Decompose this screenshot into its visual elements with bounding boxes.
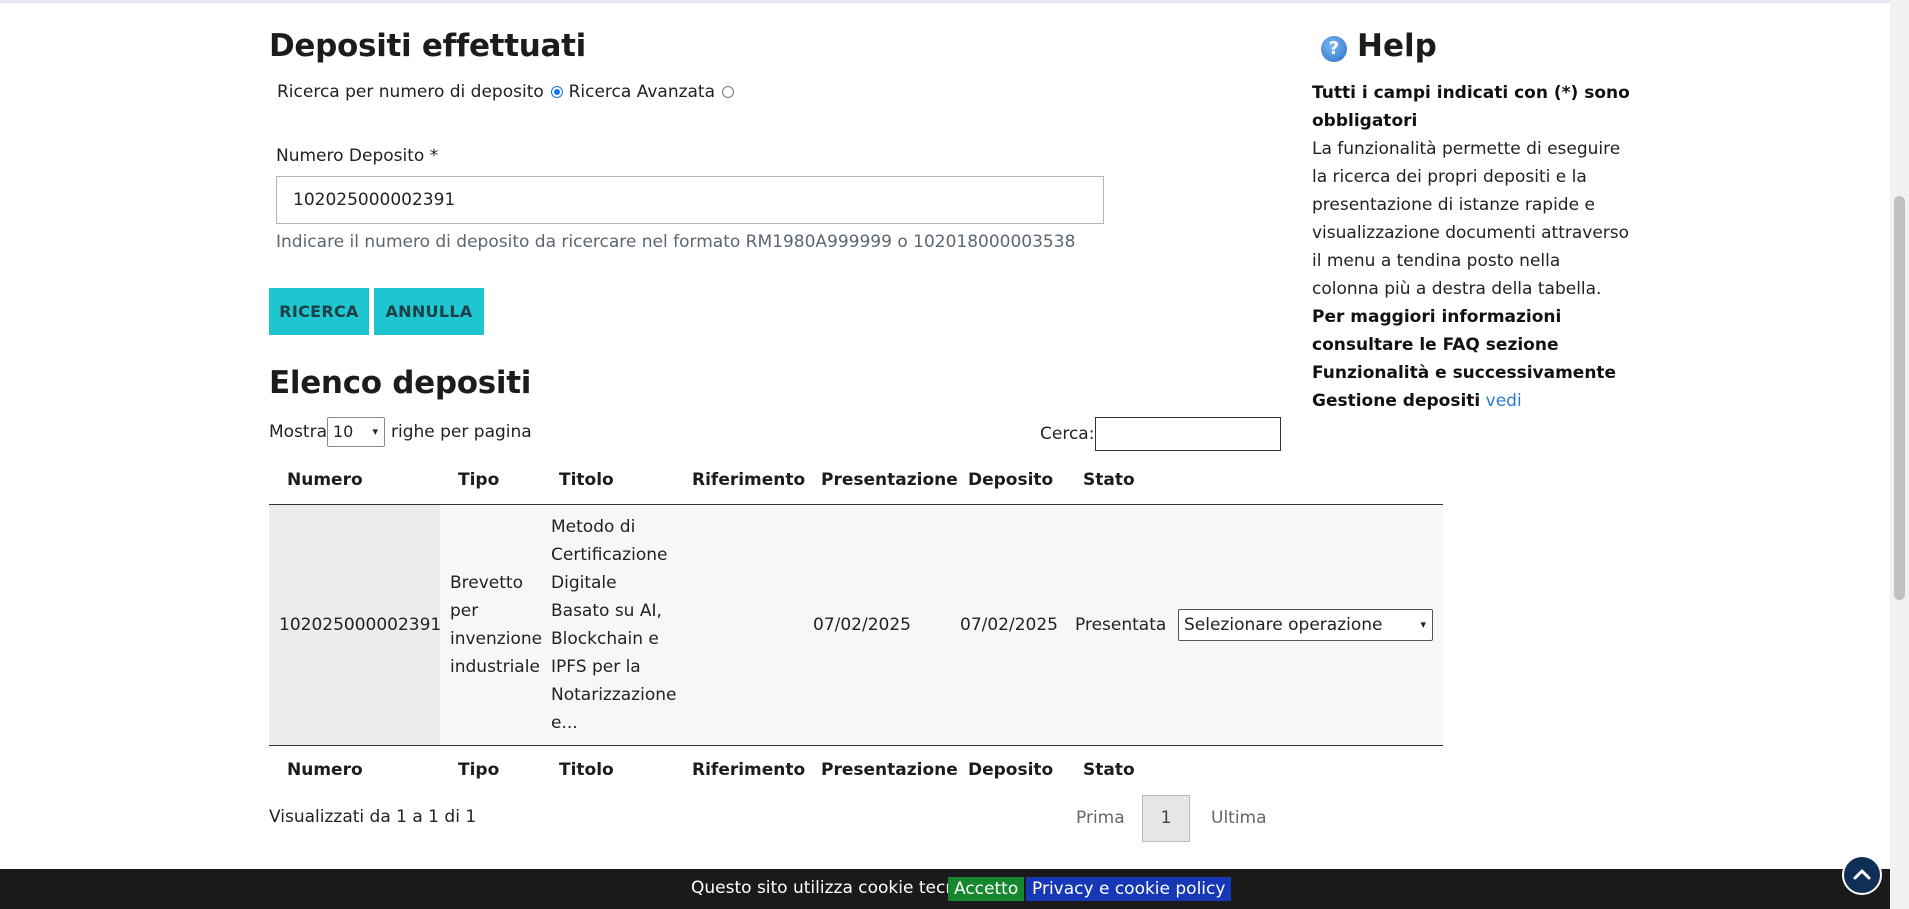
cell-numero: 102025000002391 <box>279 615 442 635</box>
cookie-text: Questo sito utilizza cookie tecnici <box>691 878 975 898</box>
th-titolo[interactable]: Titolo <box>559 470 614 490</box>
cell-titolo-line: Basato su AI, <box>551 601 662 621</box>
cell-tipo-line: invenzione <box>450 629 543 649</box>
cell-titolo: Metodo di Certificazione Digitale Basato… <box>551 513 676 737</box>
tf-numero: Numero <box>287 760 363 780</box>
radio-numero-label: Ricerca per numero di deposito <box>277 82 544 102</box>
help-more-info: Per maggiori informazioni consultare le … <box>1312 307 1617 411</box>
radio-ricerca-avanzata[interactable] <box>722 86 735 98</box>
cell-presentazione: 07/02/2025 <box>813 615 911 635</box>
pagination-info: Visualizzati da 1 a 1 di 1 <box>269 807 477 827</box>
list-title: Elenco depositi <box>269 365 532 401</box>
tf-riferimento: Riferimento <box>692 760 806 780</box>
numero-deposito-label: Numero Deposito * <box>276 146 439 166</box>
righe-label: righe per pagina <box>391 422 532 442</box>
numero-deposito-hint: Indicare il numero di deposito da ricerc… <box>276 232 1076 252</box>
cell-titolo-line: e... <box>551 713 578 733</box>
cell-tipo: Brevetto per invenzione industriale <box>450 569 542 681</box>
cell-tipo-line: industriale <box>450 657 540 677</box>
operazione-select[interactable]: Selezionare operazione ▾ <box>1178 609 1433 641</box>
help-icon: ? <box>1321 36 1347 62</box>
mostra-label: Mostra <box>269 422 327 442</box>
chevron-down-icon: ▾ <box>1420 618 1426 631</box>
help-description: La funzionalità permette di eseguire la … <box>1312 139 1630 299</box>
row-divider <box>269 745 1443 746</box>
cell-titolo-line: Metodo di <box>551 517 636 537</box>
chevron-up-icon <box>1853 869 1871 880</box>
scrollbar-thumb[interactable] <box>1894 196 1905 600</box>
annulla-button[interactable]: ANNULLA <box>374 288 484 335</box>
tf-presentazione: Presentazione <box>821 760 958 780</box>
th-tipo[interactable]: Tipo <box>458 470 499 490</box>
cookie-policy-link[interactable]: Privacy e cookie policy <box>1026 877 1232 901</box>
cell-titolo-line: Certificazione <box>551 545 668 565</box>
numero-deposito-input[interactable]: 102025000002391 <box>276 176 1104 224</box>
cell-deposito: 07/02/2025 <box>960 615 1058 635</box>
tf-titolo: Titolo <box>559 760 614 780</box>
page-size-value: 10 <box>333 422 354 441</box>
back-to-top-button[interactable] <box>1842 855 1882 895</box>
cerca-label: Cerca: <box>1040 424 1095 444</box>
search-mode-group: Ricerca per numero di deposito Ricerca A… <box>277 82 735 102</box>
tf-tipo: Tipo <box>458 760 500 780</box>
cell-tipo-line: per <box>450 601 479 621</box>
cell-titolo-line: Notarizzazione <box>551 685 677 705</box>
cell-tipo-line: Brevetto <box>450 573 523 593</box>
page-title: Depositi effettuati <box>269 28 586 64</box>
pagination-page-1[interactable]: 1 <box>1142 795 1190 842</box>
cell-titolo-line: Blockchain e <box>551 629 659 649</box>
cell-stato: Presentata <box>1075 615 1167 635</box>
th-deposito[interactable]: Deposito <box>968 470 1053 490</box>
th-presentazione[interactable]: Presentazione <box>821 470 958 490</box>
help-title: Help <box>1357 28 1437 64</box>
chevron-down-icon: ▾ <box>372 425 378 438</box>
help-text: Tutti i campi indicati con (*) sono obbl… <box>1312 79 1632 415</box>
cookie-accept-button[interactable]: Accetto <box>948 877 1025 901</box>
cell-titolo-line: IPFS per la <box>551 657 641 677</box>
tf-deposito: Deposito <box>968 760 1054 780</box>
radio-numero-deposito[interactable] <box>551 86 564 98</box>
page-size-select[interactable]: 10 ▾ <box>327 417 385 447</box>
th-numero[interactable]: Numero <box>287 470 363 490</box>
page-scrollbar[interactable] <box>1890 0 1909 909</box>
help-required: Tutti i campi indicati con (*) sono obbl… <box>1312 83 1630 131</box>
th-stato[interactable]: Stato <box>1083 470 1135 490</box>
tf-stato: Stato <box>1083 760 1135 780</box>
pagination-ultima[interactable]: Ultima <box>1211 808 1267 828</box>
help-vedi-link[interactable]: vedi <box>1486 391 1522 411</box>
operazione-select-value: Selezionare operazione <box>1184 615 1383 635</box>
table-search-input[interactable] <box>1095 417 1281 451</box>
cell-titolo-line: Digitale <box>551 573 617 593</box>
top-border <box>0 0 1890 3</box>
radio-avanzata-label: Ricerca Avanzata <box>568 82 716 102</box>
ricerca-button[interactable]: RICERCA <box>269 288 369 335</box>
pagination-prima[interactable]: Prima <box>1076 808 1125 828</box>
th-riferimento[interactable]: Riferimento <box>692 470 805 490</box>
